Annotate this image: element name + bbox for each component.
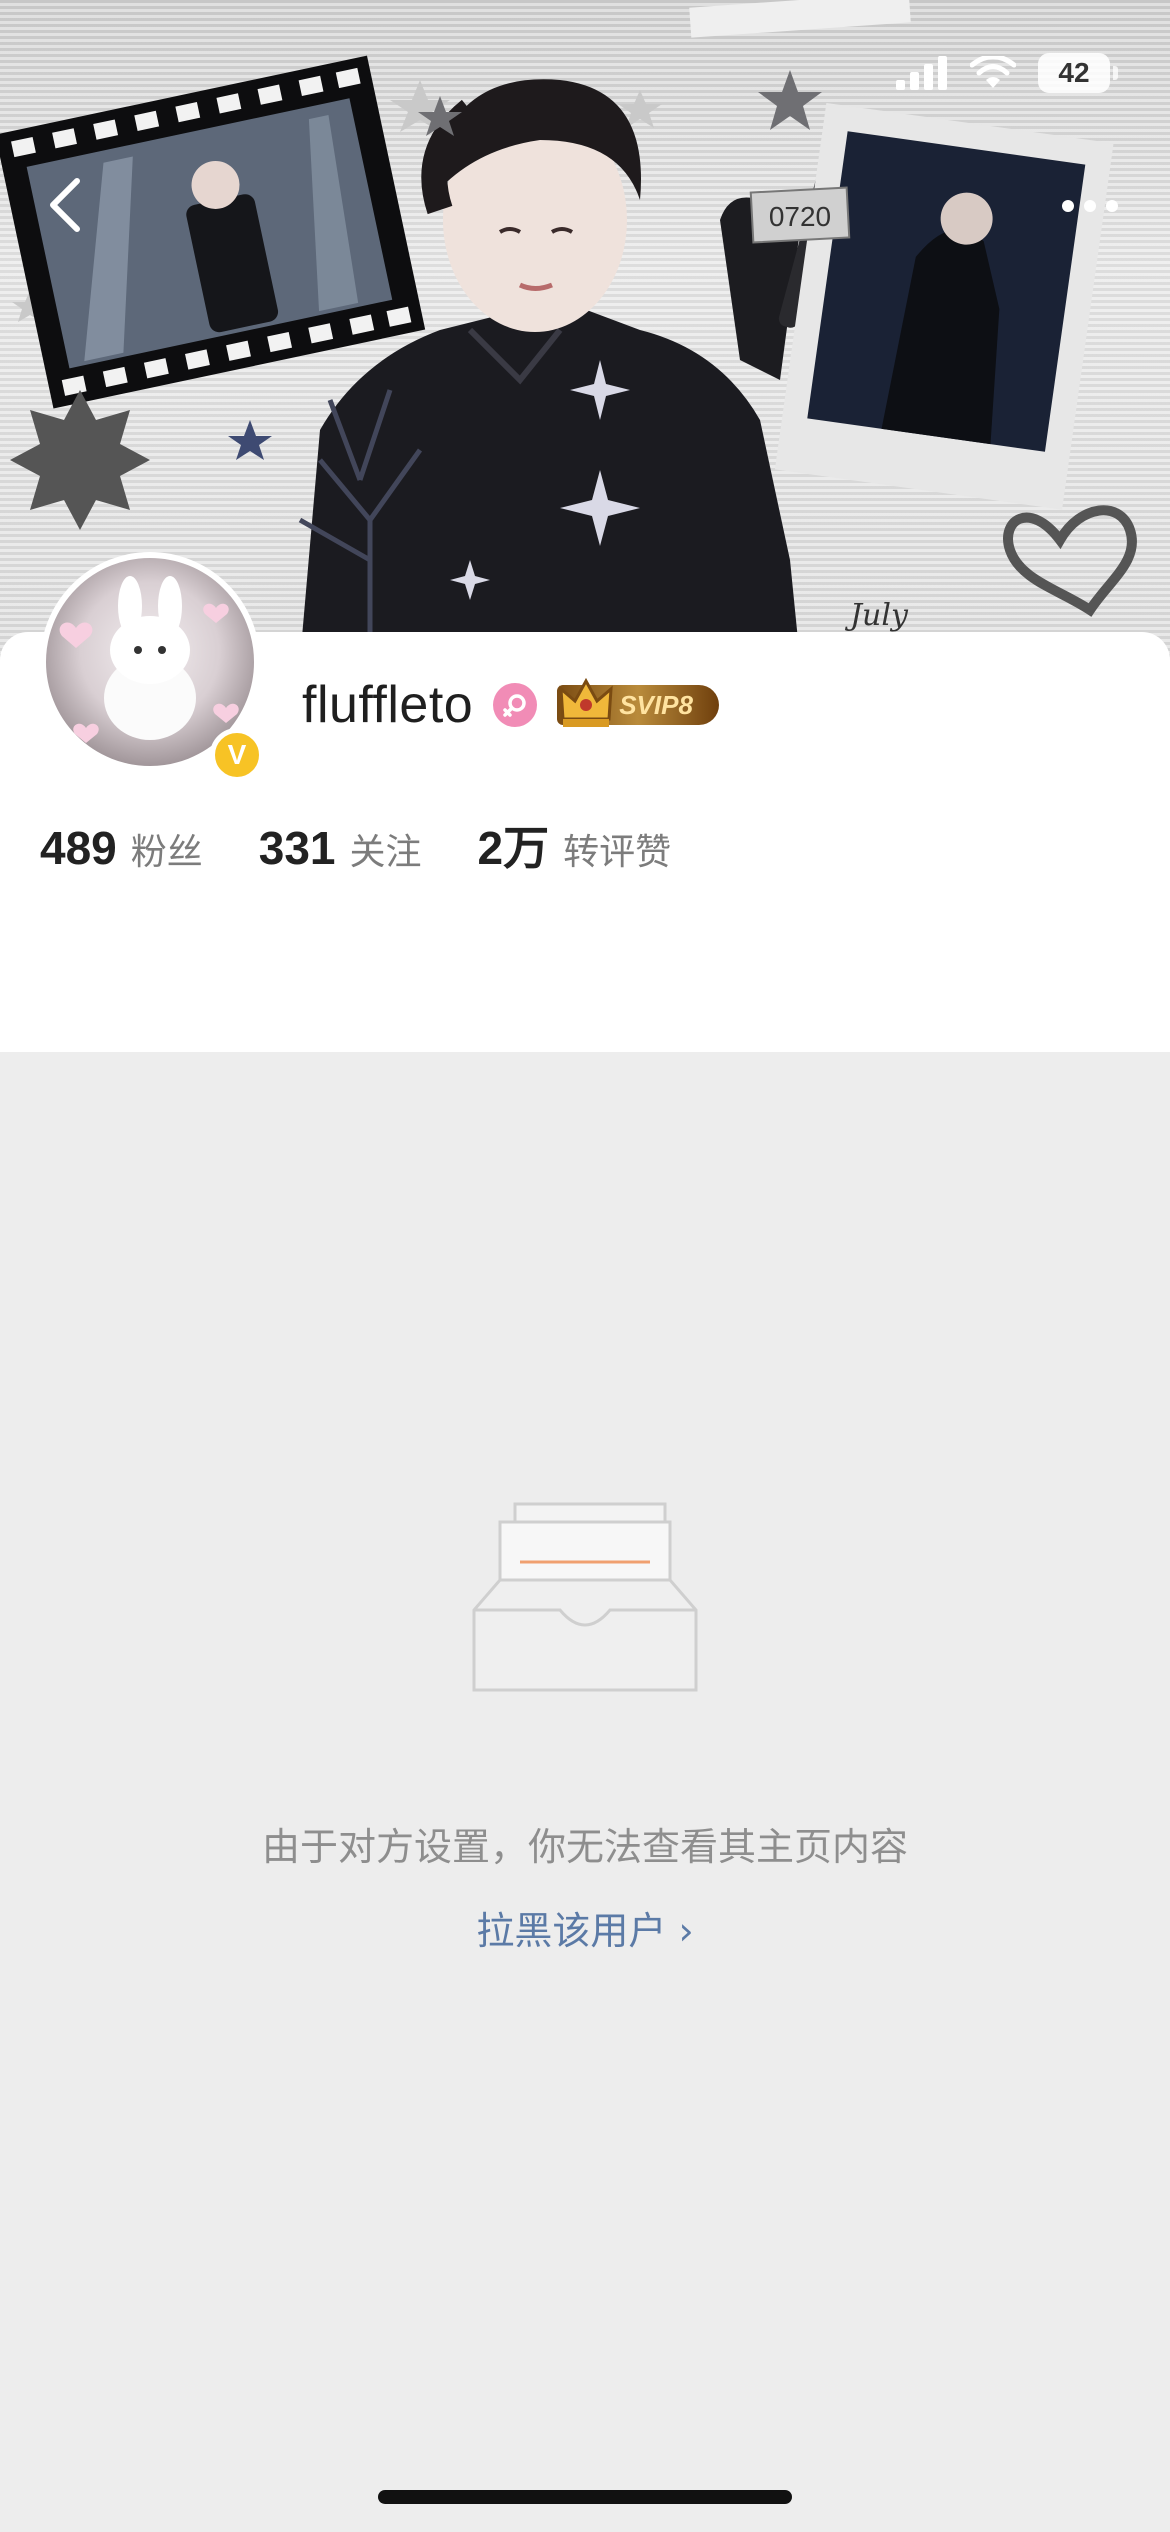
interactions-count: 2万 bbox=[477, 822, 550, 874]
verified-mark: V bbox=[227, 739, 247, 770]
block-user-link[interactable]: 拉黑该用户 › bbox=[0, 1900, 1170, 1955]
following-label: 关注 bbox=[349, 832, 422, 873]
block-user-label: 拉黑该用户 bbox=[476, 1909, 667, 1953]
wifi-icon bbox=[970, 56, 1016, 88]
banner-month-text: July bbox=[844, 598, 909, 633]
battery-level: 42 bbox=[1058, 57, 1090, 88]
empty-inbox-icon bbox=[472, 1502, 698, 1692]
more-options-button[interactable] bbox=[1050, 176, 1130, 236]
interactions-label: 转评赞 bbox=[563, 832, 672, 873]
back-button[interactable] bbox=[30, 170, 100, 240]
stats-row: 489 粉丝 331 关注 2万 转评赞 bbox=[40, 812, 671, 878]
battery-icon: 42 bbox=[1038, 53, 1118, 93]
ellipsis-icon bbox=[1062, 200, 1118, 212]
svip-badge[interactable]: SVIP8 bbox=[557, 677, 719, 727]
followers-count: 489 bbox=[40, 822, 117, 874]
profile-card: V fluffleto SVIP8 489 粉丝 331 关注 2万 转评赞 bbox=[0, 552, 1170, 1052]
interactions-stat[interactable]: 2万 转评赞 bbox=[478, 812, 672, 878]
username: fluffleto bbox=[302, 676, 474, 734]
following-count: 331 bbox=[258, 822, 336, 874]
followers-label: 粉丝 bbox=[130, 832, 203, 873]
chevron-right-icon: › bbox=[678, 1909, 694, 1953]
verified-v-icon: V bbox=[210, 728, 264, 782]
profile-screen: 0720 July 42 V fluffleto SVIP8 489 粉丝 33… bbox=[0, 0, 1170, 2532]
crown-icon bbox=[559, 677, 613, 727]
banner-tag-text: 0720 bbox=[769, 201, 831, 232]
signal-icon bbox=[896, 56, 947, 90]
home-indicator[interactable] bbox=[378, 2490, 792, 2504]
status-bar: 42 bbox=[0, 0, 1170, 140]
female-icon bbox=[493, 683, 538, 727]
chevron-left-icon bbox=[50, 178, 80, 232]
following-stat[interactable]: 331 关注 bbox=[259, 821, 422, 875]
svip-level: SVIP8 bbox=[619, 689, 693, 720]
followers-stat[interactable]: 489 粉丝 bbox=[40, 821, 203, 875]
username-row: fluffleto SVIP8 bbox=[302, 670, 719, 740]
private-profile-message: 由于对方设置，你无法查看其主页内容 bbox=[261, 1825, 908, 1869]
